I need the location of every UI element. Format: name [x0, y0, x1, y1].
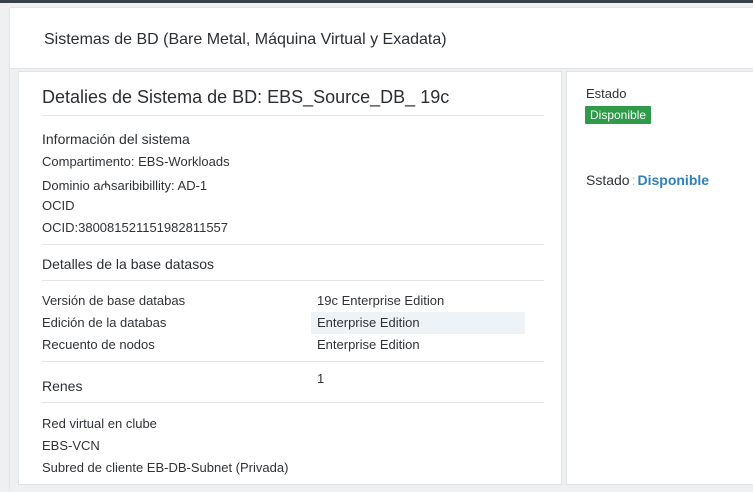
- node-count-value: Enterprise Edition: [317, 337, 420, 352]
- availability-domain-text: Dominio a₼saribibillity: AD-1: [42, 178, 208, 193]
- divider: [42, 280, 544, 281]
- db-edition-value: Enterprise Edition: [317, 315, 420, 330]
- network-count: 1: [317, 371, 325, 386]
- compartment-text: Compartimento: EBS-Workloads: [42, 154, 230, 169]
- details-card: Detalies de Sistema de BD: EBS_Source_DB…: [18, 71, 562, 485]
- db-details-heading: Detalles de la base datasos: [42, 256, 214, 272]
- status-label: Estado: [586, 86, 627, 101]
- ocid-value[interactable]: OCID:380081521151982811557: [42, 220, 228, 235]
- vcn-label: Red virtual en clube: [42, 416, 157, 431]
- status-badge: Disponible: [585, 106, 652, 124]
- vcn-value[interactable]: EBS-VCN: [42, 438, 100, 453]
- db-version-label: Versión de base databas: [42, 293, 186, 308]
- page-frame: Sistemas de BD (Bare Metal, Máquina Virt…: [10, 8, 753, 492]
- divider: [42, 402, 544, 403]
- system-info-heading: Información del sistema: [42, 131, 190, 147]
- node-count-label: Recuento de nodos: [42, 337, 155, 352]
- state-label: Sstado: [586, 172, 630, 188]
- divider: [42, 244, 544, 245]
- db-version-value: 19c Enterprise Edition: [317, 293, 445, 308]
- content-area: Detalies de Sistema de BD: EBS_Source_DB…: [10, 69, 753, 492]
- db-edition-label: Edición de la databas: [42, 315, 167, 330]
- divider: [42, 115, 544, 116]
- details-title: Detalies de Sistema de BD: EBS_Source_DB…: [42, 87, 450, 107]
- ocid-label: OCID: [42, 198, 75, 213]
- network-heading: Renes: [42, 378, 83, 394]
- status-line: Sstado: Disponible: [586, 172, 709, 188]
- state-value: Disponible: [637, 172, 710, 188]
- state-separator: :: [631, 172, 636, 188]
- status-card: Estado Disponible Sstado: Disponible: [566, 71, 753, 485]
- top-border: [0, 0, 753, 3]
- page-title: Sistemas de BD (Bare Metal, Máquina Virt…: [44, 31, 447, 48]
- subnet-text[interactable]: Subred de cliente EB-DB-Subnet (Privada): [42, 460, 288, 475]
- divider: [42, 361, 544, 362]
- page-header: Sistemas de BD (Bare Metal, Máquina Virt…: [10, 8, 753, 69]
